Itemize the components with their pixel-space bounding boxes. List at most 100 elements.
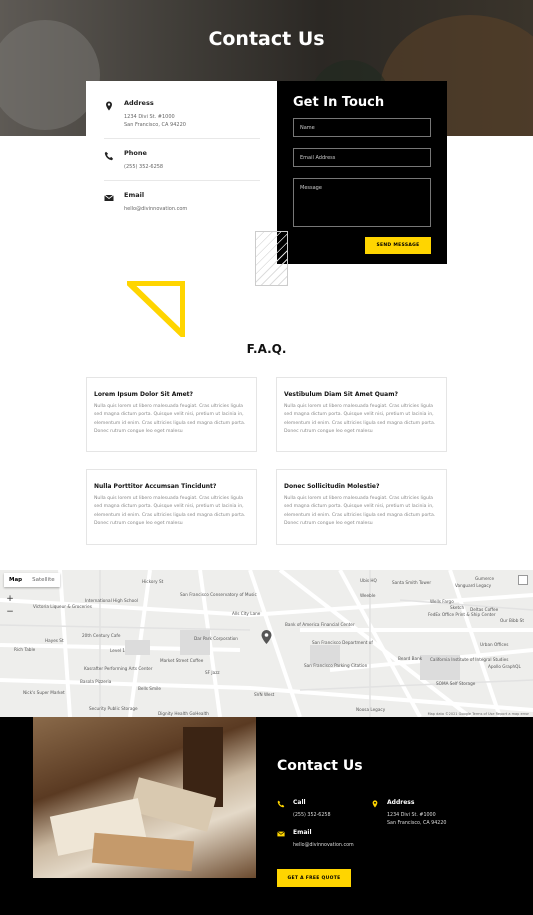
satellite-tab[interactable]: Satellite bbox=[27, 573, 60, 587]
map-label: Alls City Lane bbox=[232, 611, 261, 616]
phone-number[interactable]: (255) 352-6258 bbox=[124, 163, 163, 171]
email-label: Email bbox=[124, 191, 145, 199]
email-item: Email hello@divinnovation.com bbox=[104, 180, 260, 222]
send-message-button[interactable]: SEND MESSAGE bbox=[365, 237, 431, 254]
map-label: Beard Bank bbox=[398, 656, 423, 661]
faq-title: F.A.Q. bbox=[246, 342, 287, 356]
map-label: Our Bibb St bbox=[500, 618, 524, 623]
map-label: Rich Table bbox=[14, 647, 36, 652]
books-photo bbox=[33, 717, 256, 878]
faq-card: Lorem Ipsum Dolor Sit Amet? Nulla quis l… bbox=[86, 377, 257, 452]
footer-title: Contact Us bbox=[277, 758, 363, 774]
map-label: Dar Park Corporation bbox=[194, 636, 238, 641]
map-label: Dignity Health GoHealth bbox=[158, 711, 209, 716]
email-field[interactable]: Email Address bbox=[293, 148, 431, 167]
map-label: Urban Offices bbox=[480, 642, 509, 647]
map-label: SOMA Self Storage bbox=[436, 681, 476, 686]
email-address[interactable]: hello@divinnovation.com bbox=[124, 205, 187, 213]
map-label: San Francisco Conservatory of Music bbox=[180, 592, 257, 597]
faq-card: Vestibulum Diam Sit Amet Quam? Nulla qui… bbox=[276, 377, 447, 452]
map-label: Vanguard Legacy bbox=[455, 583, 492, 588]
map-label: Kasrafter Performing Arts Center bbox=[84, 666, 153, 671]
map-pin-icon bbox=[106, 101, 112, 111]
map-label: International High School bbox=[85, 598, 138, 603]
address-label: Address bbox=[124, 99, 154, 107]
map-label: Hayes St bbox=[45, 638, 64, 643]
map-type-tabs: Map Satellite bbox=[4, 573, 60, 587]
email-label: Email bbox=[293, 829, 312, 836]
faq-answer: Nulla quis lorem ut libero malesuada feu… bbox=[94, 404, 246, 434]
faq-answer: Nulla quis lorem ut libero malesuada feu… bbox=[284, 496, 436, 526]
map-attribution[interactable]: Map data ©2021 Google Terms of Use Repor… bbox=[428, 712, 529, 716]
faq-card: Nulla Porttitor Accumsan Tincidunt? Null… bbox=[86, 469, 257, 545]
map-label: Wells Fargo bbox=[430, 599, 454, 604]
map-label: Gumerce bbox=[475, 576, 495, 581]
phone-icon bbox=[277, 800, 285, 808]
footer-email-item: Email hello@divinnovation.com bbox=[277, 829, 354, 850]
phone-label: Phone bbox=[124, 149, 147, 157]
address-line-1: 1234 Divi St. #1000 bbox=[124, 114, 175, 120]
envelope-icon bbox=[104, 194, 114, 201]
map-label: Sketch bbox=[450, 605, 465, 610]
footer-address-item: Address 1234 Divi St. #1000 San Francisc… bbox=[371, 799, 446, 828]
faq-question: Nulla Porttitor Accumsan Tincidunt? bbox=[94, 483, 217, 490]
faq-card: Donec Sollicitudin Molestie? Nulla quis … bbox=[276, 469, 447, 545]
map-label: San Francisco Department of bbox=[312, 640, 373, 645]
address-label: Address bbox=[387, 799, 415, 806]
contact-info-card: Address 1234 Divi St. #1000 San Francisc… bbox=[86, 81, 278, 231]
map-label: Noosa Legacy bbox=[356, 707, 386, 712]
map-label: Bells Smile bbox=[138, 686, 161, 691]
phone-icon bbox=[104, 151, 114, 161]
map-label: Bank of America Financial Center bbox=[285, 622, 355, 627]
zoom-in-button[interactable]: + bbox=[5, 594, 15, 604]
footer-section: Contact Us Call (255) 352-6258 Email hel… bbox=[0, 717, 533, 915]
map-label: Santa Smith Tower bbox=[392, 580, 432, 585]
footer-call-item: Call (255) 352-6258 bbox=[277, 799, 331, 820]
map-marker-icon[interactable] bbox=[261, 630, 272, 644]
form-title: Get In Touch bbox=[293, 95, 385, 110]
contact-form: Get In Touch Name Email Address Message … bbox=[277, 81, 447, 264]
envelope-icon bbox=[277, 831, 285, 837]
zoom-out-button[interactable]: − bbox=[5, 607, 15, 617]
map-label: Ubis HQ bbox=[360, 578, 377, 583]
map-label: Victoria Liqueur & Groceries bbox=[33, 604, 92, 609]
faq-question: Lorem Ipsum Dolor Sit Amet? bbox=[94, 391, 194, 398]
map-label: California Institute of Integral Studies bbox=[430, 657, 509, 662]
address-item: Address 1234 Divi St. #1000 San Francisc… bbox=[104, 95, 260, 138]
footer-address-line-2: San Francisco, CA 94220 bbox=[387, 821, 447, 826]
map-label: Market Street Coffee bbox=[160, 658, 204, 663]
map-tab[interactable]: Map bbox=[4, 573, 27, 587]
map-label: Hickory St bbox=[142, 579, 164, 584]
map-label: Security Public Storage bbox=[89, 706, 138, 711]
phone-item: Phone (255) 352-6258 bbox=[104, 138, 260, 180]
address-line-2: San Francisco, CA 94220 bbox=[124, 122, 186, 128]
map-label: 20th Century Cafe bbox=[82, 633, 121, 638]
map-pin-icon bbox=[372, 800, 378, 808]
map-label: Level 1 bbox=[110, 648, 126, 653]
map-label: Nick's Super Market bbox=[23, 690, 65, 695]
footer-address-line-1: 1234 Divi St. #1000 bbox=[387, 813, 436, 818]
faq-question: Vestibulum Diam Sit Amet Quam? bbox=[284, 391, 398, 398]
call-label: Call bbox=[293, 799, 306, 806]
map-label: Weeble bbox=[360, 593, 376, 598]
fullscreen-icon[interactable] bbox=[518, 575, 528, 585]
footer-phone[interactable]: (255) 352-6258 bbox=[293, 812, 331, 820]
map-embed[interactable]: Hickory St San Francisco Conservatory of… bbox=[0, 570, 533, 717]
map-label: Apollo GraphQL bbox=[488, 664, 521, 669]
map-label: FedEx Office Print & Ship Center bbox=[428, 612, 496, 617]
message-field[interactable]: Message bbox=[293, 178, 431, 227]
map-label: SVN West bbox=[254, 692, 275, 697]
map-label: San Francisco Parking Citation bbox=[304, 663, 368, 668]
decorative-hatch bbox=[255, 231, 288, 286]
get-quote-button[interactable]: GET A FREE QUOTE bbox=[277, 869, 351, 887]
map-label: Basola Pizzeria bbox=[80, 679, 112, 684]
faq-answer: Nulla quis lorem ut libero malesuada feu… bbox=[94, 496, 246, 526]
faq-question: Donec Sollicitudin Molestie? bbox=[284, 483, 380, 490]
name-field[interactable]: Name bbox=[293, 118, 431, 137]
decorative-triangle bbox=[127, 281, 185, 337]
page-title: Contact Us bbox=[208, 28, 325, 50]
map-label: SF Jazz bbox=[205, 670, 220, 675]
map-label: Deltas Coffee bbox=[470, 607, 499, 612]
faq-answer: Nulla quis lorem ut libero malesuada feu… bbox=[284, 404, 436, 434]
footer-email[interactable]: hello@divinnovation.com bbox=[293, 842, 354, 850]
